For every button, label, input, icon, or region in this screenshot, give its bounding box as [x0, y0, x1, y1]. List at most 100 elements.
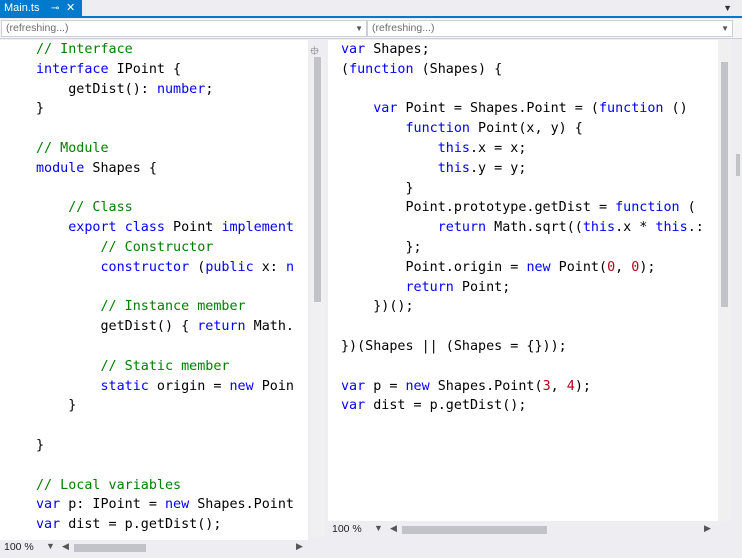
code-line[interactable]	[341, 357, 704, 377]
code-line[interactable]: static origin = new Poin	[36, 377, 295, 397]
code-line[interactable]: return Point;	[341, 278, 704, 298]
chevron-down-icon[interactable]: ▼	[374, 523, 383, 533]
code-line[interactable]: // Class	[36, 198, 294, 218]
left-zoom-level[interactable]: 100 %	[2, 540, 34, 555]
code-line[interactable]: var dist = p.getDist();	[36, 515, 294, 535]
code-line[interactable]: Point.origin = new Point(0, 0);	[341, 258, 704, 278]
keyword-token: var	[36, 517, 61, 533]
code-token: ;	[205, 81, 214, 97]
code-line[interactable]: var p = new Shapes.Point(3, 4);	[341, 377, 704, 397]
keyword-token: var	[373, 101, 398, 117]
code-line[interactable]: }	[36, 99, 294, 119]
code-line[interactable]	[341, 317, 704, 337]
code-line[interactable]: getDist() { return Math.	[36, 317, 294, 337]
left-scroll-thumb[interactable]	[314, 57, 321, 302]
code-line[interactable]	[36, 179, 294, 199]
code-token: })();	[341, 299, 414, 315]
code-line[interactable]: // Local variables	[36, 476, 294, 496]
code-line[interactable]	[36, 278, 294, 298]
code-line[interactable]	[36, 456, 294, 476]
code-line[interactable]	[36, 337, 294, 357]
code-line[interactable]: // Instance member	[36, 297, 294, 317]
right-zoom-level[interactable]: 100 %	[330, 522, 362, 537]
code-token: dist = p.getDist();	[365, 398, 527, 414]
close-icon[interactable]: ✕	[66, 0, 75, 17]
scroll-left-icon[interactable]: ◀	[62, 541, 69, 552]
code-line[interactable]: }	[341, 179, 704, 199]
keyword-token: return	[405, 279, 454, 295]
chevron-down-icon[interactable]: ▼	[46, 541, 55, 551]
right-scroll-thumb[interactable]	[721, 62, 728, 307]
code-line[interactable]	[36, 119, 294, 139]
code-line[interactable]: this.y = y;	[341, 159, 704, 179]
code-token: Point(x, y) {	[470, 121, 583, 137]
code-line[interactable]: })();	[341, 297, 704, 317]
keyword-token: new	[526, 259, 551, 275]
chevron-down-icon: ▼	[355, 24, 363, 33]
tab-main-ts[interactable]: Main.ts ⊸ ✕	[0, 0, 82, 17]
code-token: Point = Shapes.Point = (	[397, 101, 599, 117]
left-vertical-scrollbar[interactable]	[311, 57, 324, 537]
code-line[interactable]: constructor (public x: n	[36, 258, 295, 278]
javascript-code[interactable]: var Shapes; (function (Shapes) { var Poin…	[341, 40, 704, 416]
code-line[interactable]: // Static member	[36, 357, 294, 377]
code-line[interactable]: this.x = x;	[341, 139, 704, 159]
scroll-right-icon[interactable]: ▶	[704, 523, 711, 534]
code-line[interactable]: var p: IPoint = new Shapes.Point	[36, 495, 294, 515]
typescript-editor[interactable]: // Interface interface IPoint { getDist()…	[0, 40, 308, 540]
code-line[interactable]: // Interface	[36, 40, 294, 60]
code-token: (Shapes) {	[413, 61, 503, 77]
code-line[interactable]: (function (Shapes) {	[341, 60, 704, 80]
right-horizontal-scroll-thumb[interactable]	[402, 526, 547, 534]
typescript-code[interactable]: // Interface interface IPoint { getDist()…	[36, 40, 294, 535]
code-line[interactable]: interface IPoint {	[36, 60, 294, 80]
split-window-icon[interactable]: ⯐	[310, 42, 319, 63]
code-line[interactable]: var dist = p.getDist();	[341, 396, 704, 416]
code-token: Math.sqrt((	[486, 220, 583, 236]
left-horizontal-scroll-thumb[interactable]	[74, 544, 146, 552]
code-line[interactable]: // Module	[36, 139, 294, 159]
code-line[interactable]: export class Point implement	[36, 218, 294, 238]
document-tab-strip: Main.ts ⊸ ✕ ▼	[0, 0, 742, 18]
split-divider[interactable]	[308, 40, 328, 540]
comment-token: // Module	[36, 140, 109, 156]
code-line[interactable]: var Shapes;	[341, 40, 704, 60]
code-line[interactable]: function Point(x, y) {	[341, 119, 704, 139]
keyword-token: constructor	[100, 259, 190, 275]
code-line[interactable]	[36, 416, 294, 436]
keyword-token: function	[615, 200, 680, 216]
code-token: Poin	[253, 378, 294, 394]
code-line[interactable]: var Point = Shapes.Point = (function ()	[341, 99, 704, 119]
keyword-token: function	[405, 121, 471, 137]
code-line[interactable]: })(Shapes || (Shapes = {}));	[341, 337, 704, 357]
code-line[interactable]: };	[341, 238, 704, 258]
right-vertical-scrollbar[interactable]	[718, 40, 731, 521]
scroll-left-icon[interactable]: ◀	[390, 523, 397, 534]
code-token: Shapes {	[84, 160, 157, 176]
pin-icon[interactable]: ⊸	[51, 0, 59, 17]
scroll-right-icon[interactable]: ▶	[296, 541, 303, 552]
code-line[interactable]: }	[36, 436, 294, 456]
code-line[interactable]	[341, 80, 704, 100]
member-dropdown[interactable]: (refreshing...) ▼	[367, 20, 733, 37]
code-line[interactable]: }	[36, 396, 294, 416]
number-token: 0	[607, 259, 616, 275]
code-token: p: IPoint =	[60, 497, 165, 513]
code-line[interactable]: // Constructor	[36, 238, 294, 258]
code-line[interactable]: return Math.sqrt((this.x * this.:	[341, 218, 704, 238]
code-line[interactable]: getDist(): number;	[36, 80, 294, 100]
code-line[interactable]: Point.prototype.getDist = function (	[341, 198, 704, 218]
comment-token: // Instance member	[100, 299, 246, 315]
tab-overflow-dropdown-icon[interactable]: ▼	[723, 3, 732, 13]
code-line[interactable]: module Shapes {	[36, 159, 294, 179]
comment-token: // Local variables	[36, 477, 182, 493]
keyword-token: class	[124, 220, 165, 236]
javascript-preview-editor[interactable]: var Shapes; (function (Shapes) { var Poin…	[328, 40, 718, 521]
comment-token: // Interface	[36, 42, 133, 57]
type-dropdown[interactable]: (refreshing...) ▼	[1, 20, 367, 37]
